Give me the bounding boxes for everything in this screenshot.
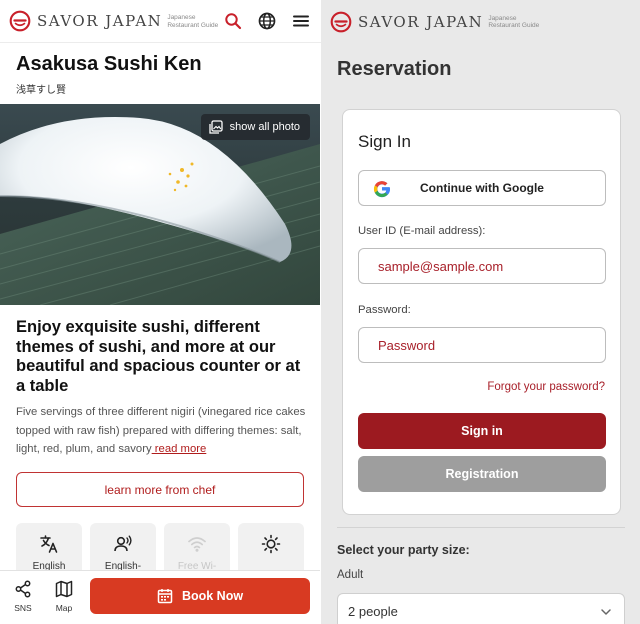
party-size-heading: Select your party size: bbox=[337, 543, 470, 557]
translate-icon bbox=[40, 535, 58, 553]
google-button-label: Continue with Google bbox=[420, 181, 544, 195]
logo-icon[interactable] bbox=[330, 11, 352, 33]
sign-in-button[interactable]: Sign in bbox=[358, 413, 606, 449]
adult-count-select[interactable]: 2 people bbox=[337, 593, 625, 624]
site-header: SAVOR JAPAN Japanese Restaurant Guide bbox=[0, 0, 321, 43]
wifi-icon bbox=[188, 537, 206, 552]
show-all-photo-button[interactable]: show all photo bbox=[200, 114, 310, 140]
english-speaking-icon bbox=[114, 535, 132, 552]
sign-in-heading: Sign In bbox=[358, 132, 411, 151]
chevron-down-icon bbox=[601, 609, 611, 615]
forgot-password-link[interactable]: Forgot your password? bbox=[487, 381, 605, 393]
password-label: Password: bbox=[358, 304, 411, 316]
photo-gallery-icon bbox=[209, 120, 223, 134]
map-icon bbox=[55, 580, 73, 598]
restaurant-name: Asakusa Sushi Ken bbox=[16, 53, 202, 75]
logo-icon[interactable] bbox=[9, 10, 31, 32]
globe-icon[interactable] bbox=[255, 9, 279, 33]
brand-tagline: Japanese Restaurant Guide bbox=[488, 15, 539, 30]
sun-icon bbox=[261, 534, 281, 554]
tagline-line-1: Japanese bbox=[167, 14, 196, 21]
divider bbox=[337, 527, 625, 528]
password-field[interactable] bbox=[358, 327, 606, 363]
sushi-photo[interactable]: show all photo bbox=[0, 104, 320, 305]
adult-count-value: 2 people bbox=[348, 603, 398, 619]
menu-icon[interactable] bbox=[289, 9, 313, 33]
brand-name[interactable]: SAVOR JAPAN bbox=[37, 12, 162, 30]
map-label: Map bbox=[55, 603, 73, 613]
brand-tagline: Japanese Restaurant Guide bbox=[167, 14, 218, 29]
book-now-button[interactable]: Book Now bbox=[90, 578, 310, 614]
share-icon bbox=[15, 580, 31, 598]
continue-with-google-button[interactable]: Continue with Google bbox=[358, 170, 606, 206]
google-icon bbox=[373, 181, 391, 198]
sns-button[interactable]: SNS bbox=[14, 580, 32, 613]
reservation-title: Reservation bbox=[337, 58, 452, 80]
restaurant-headline: Enjoy exquisite sushi, different themes … bbox=[16, 318, 301, 395]
show-all-photo-label: show all photo bbox=[229, 121, 300, 133]
map-button[interactable]: Map bbox=[55, 580, 73, 613]
search-icon[interactable] bbox=[221, 9, 245, 33]
user-id-label: User ID (E-mail address): bbox=[358, 225, 486, 237]
restaurant-page: SAVOR JAPAN Japanese Restaurant Guide Asa… bbox=[0, 0, 321, 624]
read-more-link[interactable]: read more bbox=[152, 443, 207, 455]
site-header: SAVOR JAPAN Japanese Restaurant Guide bbox=[321, 0, 640, 43]
adult-label: Adult bbox=[337, 569, 364, 581]
restaurant-name-jp: 浅草すし賢 bbox=[16, 85, 66, 96]
reservation-page: SAVOR JAPAN Japanese Restaurant Guide Res… bbox=[321, 0, 640, 624]
sns-label: SNS bbox=[14, 603, 32, 613]
bottom-action-bar: SNS Map Book Now bbox=[0, 570, 320, 624]
tagline-line-1: Japanese bbox=[488, 14, 517, 22]
tagline-line-2: Restaurant Guide bbox=[167, 21, 219, 29]
book-now-label: Book Now bbox=[181, 589, 244, 603]
calendar-icon bbox=[157, 589, 173, 604]
sign-in-card: Sign In Continue with Google User ID (E-… bbox=[342, 109, 621, 515]
tagline-line-2: Restaurant Guide bbox=[488, 22, 540, 29]
restaurant-description: Five servings of three different nigiri … bbox=[16, 403, 308, 459]
brand-name[interactable]: SAVOR JAPAN bbox=[358, 13, 483, 31]
registration-button[interactable]: Registration bbox=[358, 456, 606, 492]
email-field[interactable] bbox=[358, 248, 606, 284]
learn-more-from-chef-button[interactable]: learn more from chef bbox=[16, 472, 304, 507]
